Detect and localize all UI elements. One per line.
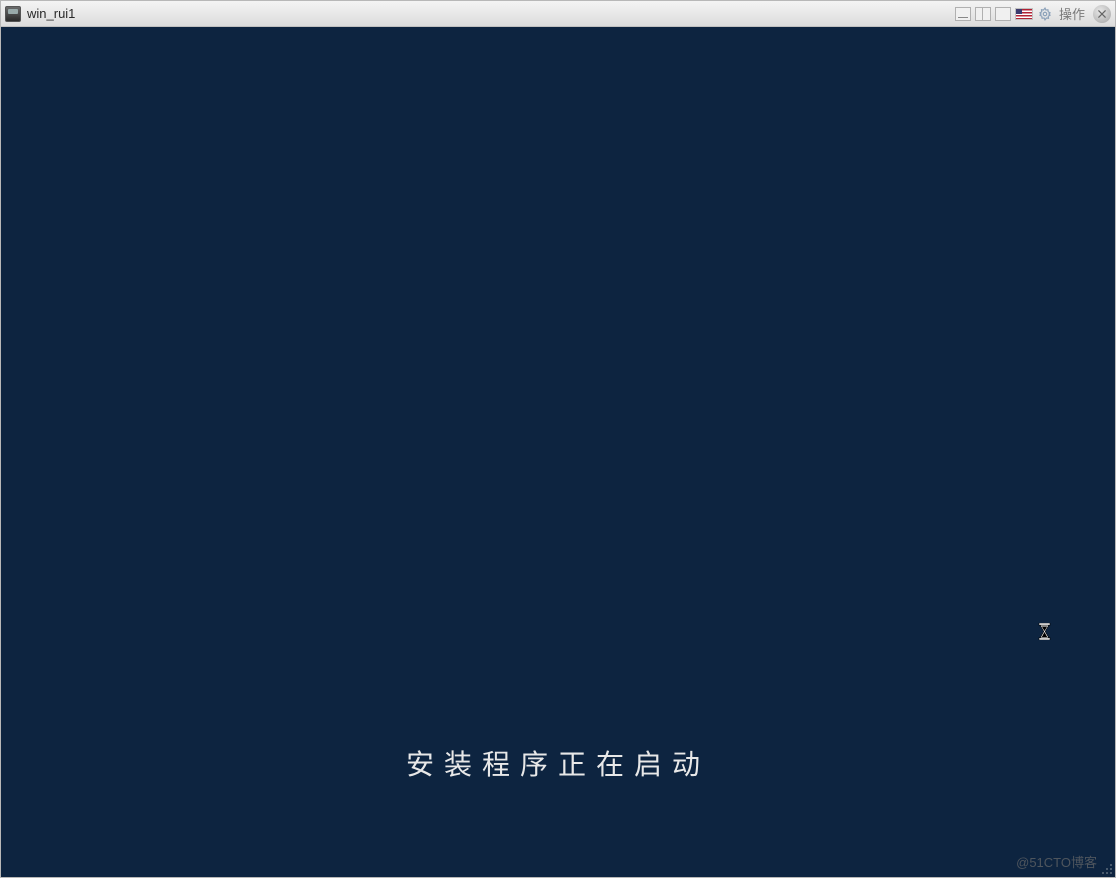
- window-control-button-1[interactable]: [955, 7, 971, 21]
- watermark-text: @51CTO博客: [1016, 852, 1097, 871]
- titlebar-controls: 操作: [955, 4, 1111, 23]
- window-frame: win_rui1 操作 安装程序正在启动: [0, 0, 1116, 878]
- gear-icon[interactable]: [1037, 6, 1053, 22]
- us-flag-icon[interactable]: [1015, 8, 1033, 20]
- window-title: win_rui1: [27, 6, 75, 21]
- hourglass-icon: [1037, 622, 1051, 640]
- titlebar[interactable]: win_rui1 操作: [1, 1, 1115, 27]
- install-status-text: 安装程序正在启动: [406, 743, 710, 783]
- window-control-button-3[interactable]: [995, 7, 1011, 21]
- resize-grip-icon[interactable]: [1099, 861, 1113, 875]
- action-label[interactable]: 操作: [1057, 4, 1087, 23]
- console-icon: [5, 6, 21, 22]
- window-control-button-2[interactable]: [975, 7, 991, 21]
- content-area: 安装程序正在启动 @51CTO博客: [1, 27, 1115, 877]
- close-button[interactable]: [1093, 5, 1111, 23]
